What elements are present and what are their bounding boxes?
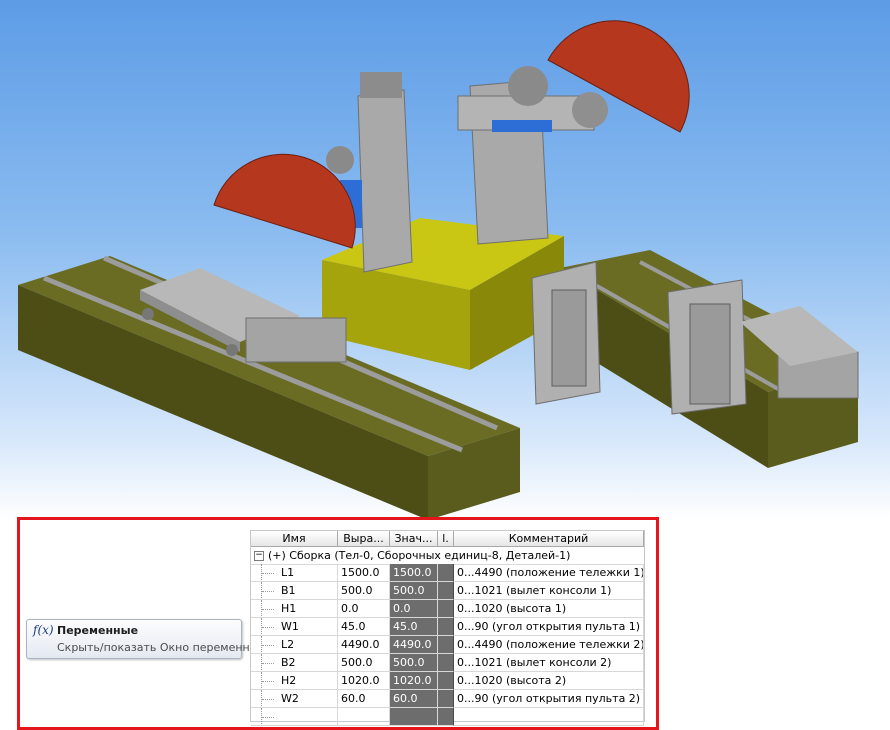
variable-comment[interactable]: 0...1021 (вылет консоли 2) <box>454 654 644 672</box>
variable-ext <box>438 600 454 618</box>
variable-ext <box>438 564 454 582</box>
right-motor-2 <box>572 92 608 128</box>
empty-new-row[interactable] <box>251 708 644 726</box>
variable-expression[interactable]: 1020.0 <box>338 672 390 690</box>
table-row[interactable]: B2 500.0 500.0 0...1021 (вылет консоли 2… <box>251 654 644 672</box>
3d-model-viewport[interactable] <box>0 0 890 520</box>
variable-comment[interactable]: 0...4490 (положение тележки 2) <box>454 636 644 654</box>
variable-name: L1 <box>251 564 338 582</box>
variable-comment[interactable]: 0...1020 (высота 1) <box>454 600 644 618</box>
new-variable-expression[interactable] <box>338 708 390 726</box>
assembly-group-label: (+) Сборка (Тел-0, Сборочных единиц-8, Д… <box>268 549 571 562</box>
table-row[interactable]: W2 60.0 60.0 0...90 (угол открытия пульт… <box>251 690 644 708</box>
variable-name: W1 <box>251 618 338 636</box>
variable-ext <box>438 618 454 636</box>
left-wheel-1 <box>142 308 154 320</box>
new-variable-name[interactable] <box>251 708 338 726</box>
assembly-group-row[interactable]: − (+) Сборка (Тел-0, Сборочных единиц-8,… <box>251 547 644 565</box>
table-row[interactable]: L1 1500.0 1500.0 0...4490 (положение тел… <box>251 564 644 582</box>
right-motor <box>508 66 548 106</box>
right-cabinet-2-door <box>689 303 731 405</box>
table-row[interactable]: L2 4490.0 4490.0 0...4490 (положение тел… <box>251 636 644 654</box>
variable-comment[interactable]: 0...1020 (высота 2) <box>454 672 644 690</box>
variable-value: 4490.0 <box>390 636 438 654</box>
table-row[interactable]: B1 500.0 500.0 0...1021 (вылет консоли 1… <box>251 582 644 600</box>
variable-ext <box>438 636 454 654</box>
variable-value: 60.0 <box>390 690 438 708</box>
variable-expression[interactable]: 500.0 <box>338 654 390 672</box>
variable-name: H1 <box>251 600 338 618</box>
variable-expression[interactable]: 60.0 <box>338 690 390 708</box>
new-variable-ext <box>438 708 454 726</box>
table-row[interactable]: W1 45.0 45.0 0...90 (угол открытия пульт… <box>251 618 644 636</box>
left-cabinet <box>245 317 347 363</box>
variable-expression[interactable]: 45.0 <box>338 618 390 636</box>
variable-expression[interactable]: 4490.0 <box>338 636 390 654</box>
tooltip-title: Переменные <box>57 624 139 637</box>
variable-name: H2 <box>251 672 338 690</box>
variable-ext <box>438 582 454 600</box>
variable-expression[interactable]: 500.0 <box>338 582 390 600</box>
new-variable-comment[interactable] <box>454 708 644 726</box>
collapse-icon[interactable]: − <box>254 551 264 561</box>
variable-name: L2 <box>251 636 338 654</box>
variable-comment[interactable]: 0...1021 (вылет консоли 1) <box>454 582 644 600</box>
right-cabinet-1-door <box>551 289 587 387</box>
table-row[interactable]: H1 0.0 0.0 0...1020 (высота 1) <box>251 600 644 618</box>
variable-expression[interactable]: 0.0 <box>338 600 390 618</box>
variable-comment[interactable]: 0...90 (угол открытия пульта 1) <box>454 618 644 636</box>
left-motor <box>326 146 354 174</box>
variables-highlight-frame: f(x) Переменные Скрыть/показать Окно пер… <box>17 517 659 730</box>
variable-name: B1 <box>251 582 338 600</box>
variable-ext <box>438 654 454 672</box>
column-header-expression[interactable]: Выра... <box>338 531 390 547</box>
column-header-ext[interactable]: l. <box>438 531 454 547</box>
variable-value: 1020.0 <box>390 672 438 690</box>
right-arm-blue <box>492 120 552 132</box>
variable-name: W2 <box>251 690 338 708</box>
table-row[interactable]: H2 1020.0 1020.0 0...1020 (высота 2) <box>251 672 644 690</box>
variable-value: 45.0 <box>390 618 438 636</box>
variables-table: Имя Выра... Знач... l. Комментарий − (+)… <box>250 530 645 726</box>
left-column <box>357 89 413 273</box>
variable-ext <box>438 672 454 690</box>
tooltip-description: Скрыть/показать Окно переменных <box>57 641 265 654</box>
variable-ext <box>438 690 454 708</box>
variable-comment[interactable]: 0...90 (угол открытия пульта 2) <box>454 690 644 708</box>
variable-name: B2 <box>251 654 338 672</box>
variable-comment[interactable]: 0...4490 (положение тележки 1) <box>454 564 644 582</box>
column-header-name[interactable]: Имя <box>251 531 338 547</box>
saw-machine-model <box>18 20 859 520</box>
left-column-head <box>360 72 402 98</box>
variable-expression[interactable]: 1500.0 <box>338 564 390 582</box>
column-header-value[interactable]: Знач... <box>390 531 438 547</box>
variable-value: 500.0 <box>390 654 438 672</box>
variable-value: 1500.0 <box>390 564 438 582</box>
variable-value: 500.0 <box>390 582 438 600</box>
variables-tooltip: f(x) Переменные Скрыть/показать Окно пер… <box>26 619 265 659</box>
left-wheel-2 <box>226 344 238 356</box>
fx-icon: f(x) <box>33 623 54 637</box>
variable-value: 0.0 <box>390 600 438 618</box>
column-header-comment[interactable]: Комментарий <box>454 531 644 547</box>
new-variable-value <box>390 708 438 726</box>
